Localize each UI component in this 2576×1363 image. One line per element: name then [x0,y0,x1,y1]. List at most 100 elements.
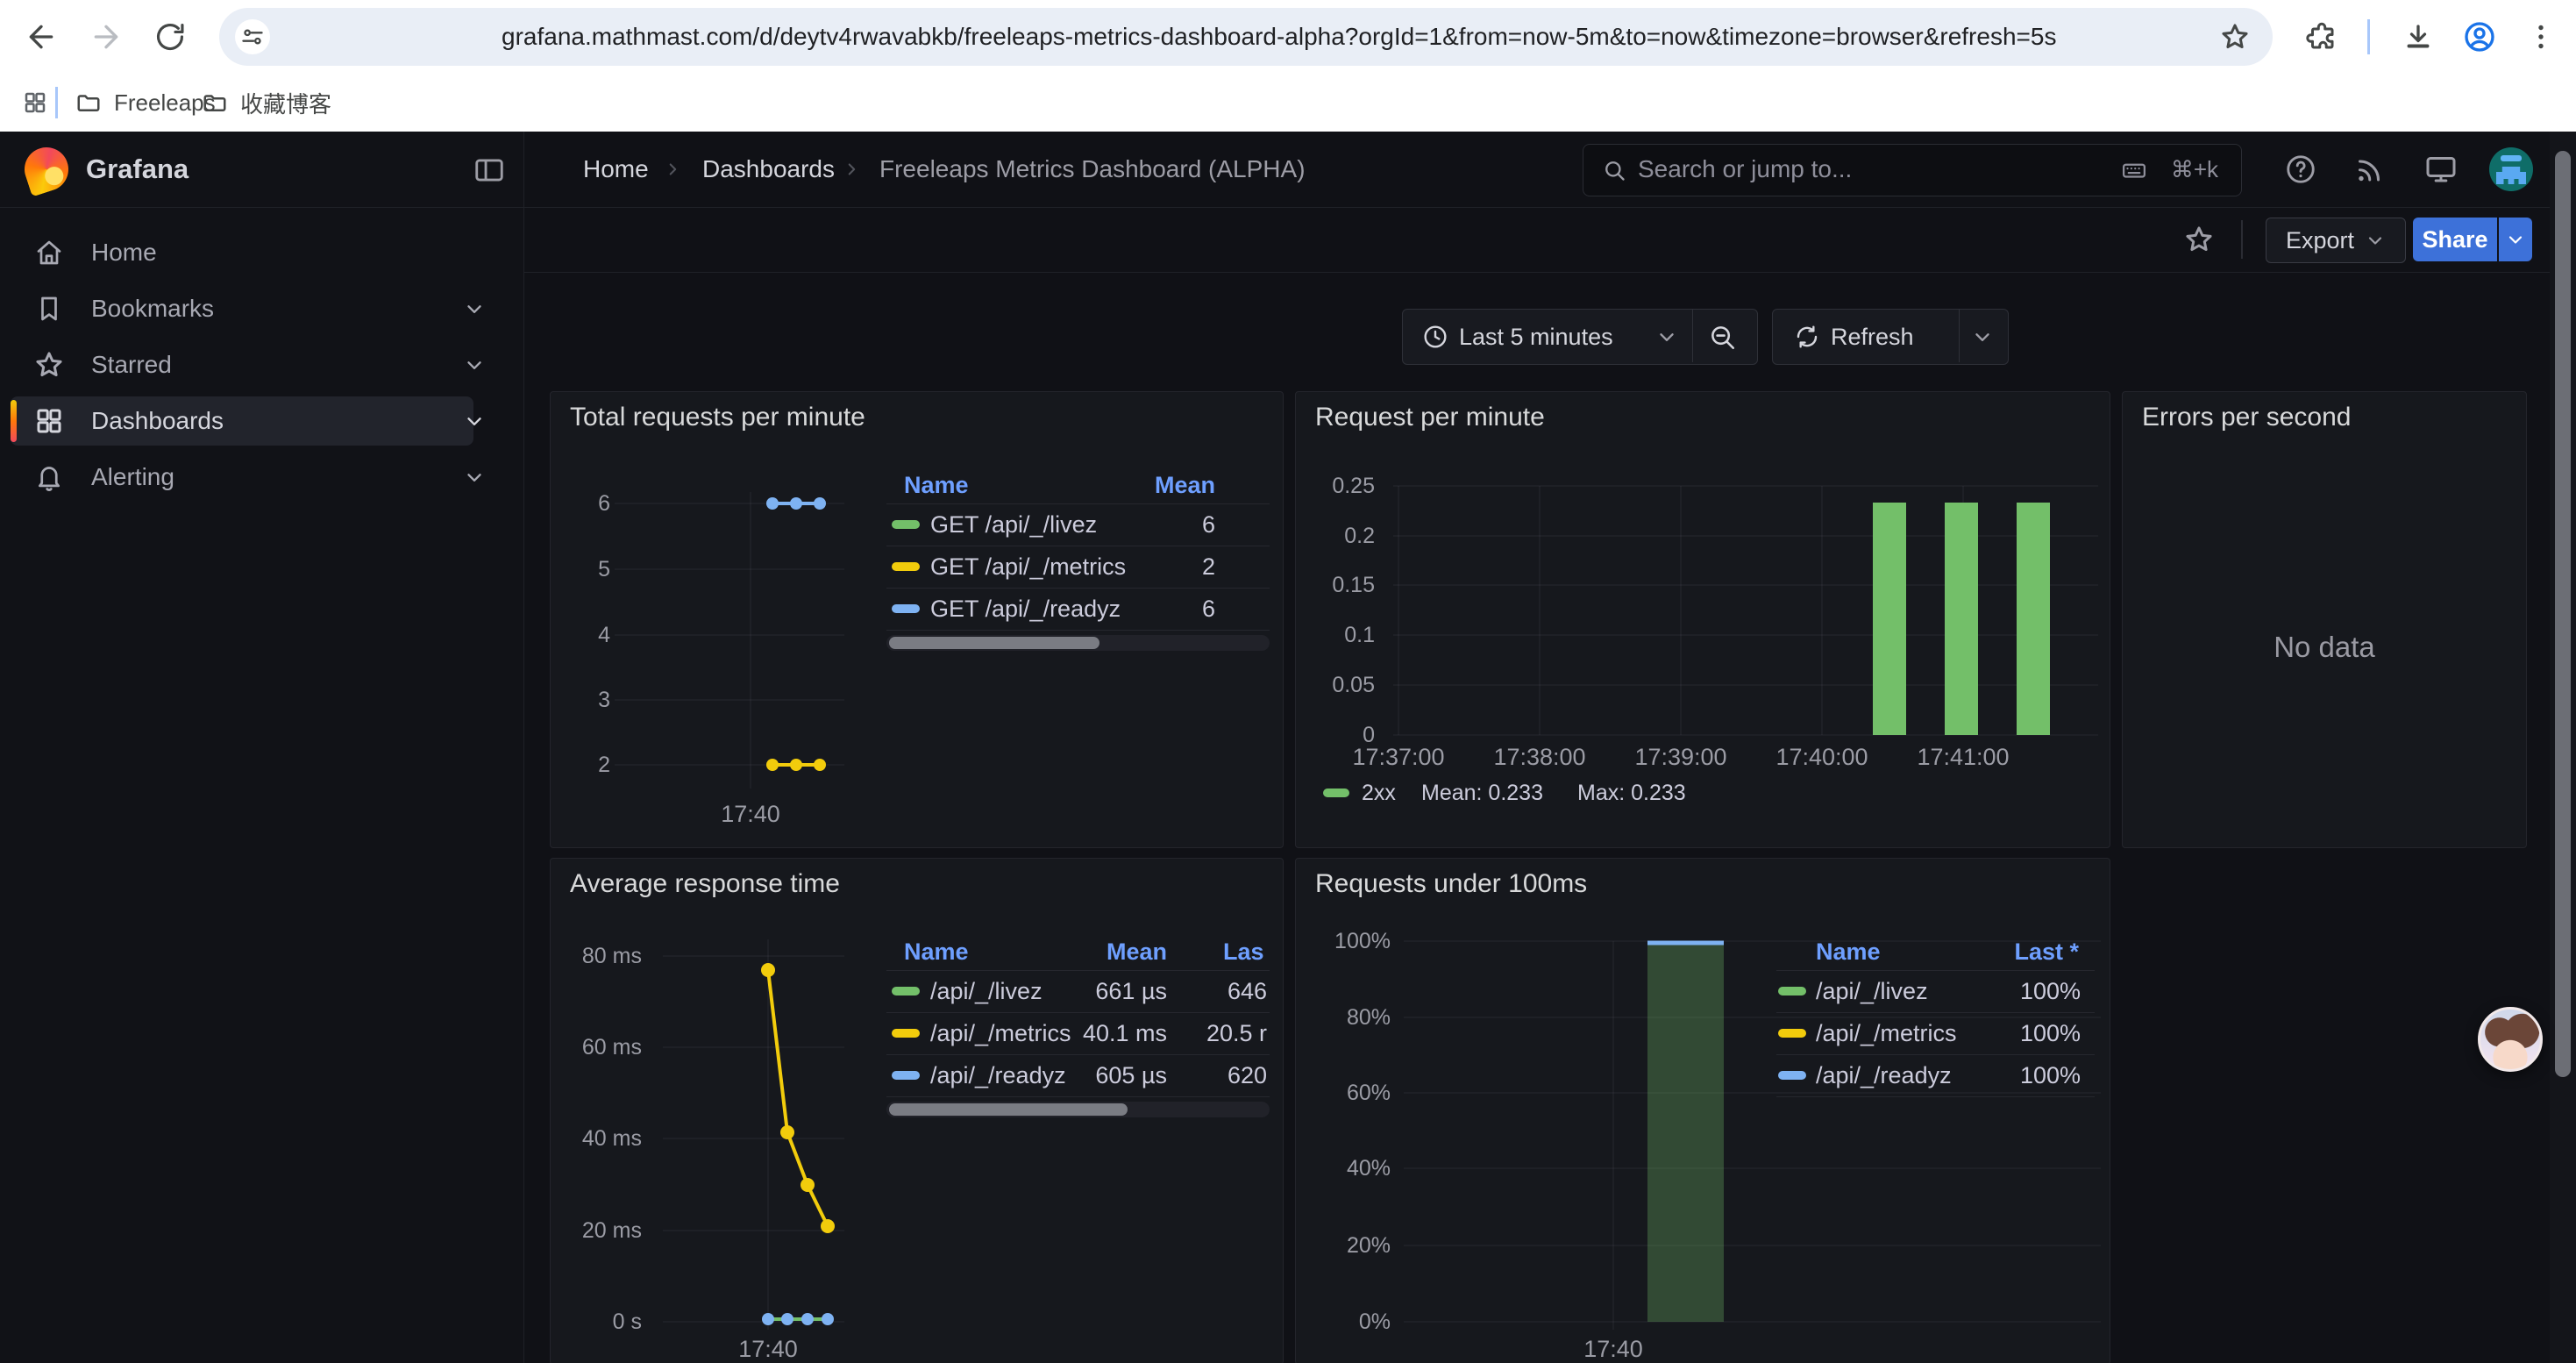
panel-avg-response-time: Average response time 80 ms [550,858,1284,1363]
scrollbar-thumb[interactable] [889,637,1099,649]
news-rss-icon[interactable] [2351,151,2387,188]
refresh-button[interactable]: Refresh [1772,309,2009,365]
col-header-mean[interactable]: Mean [1155,467,1215,503]
series-name[interactable]: /api/_/metrics [1816,1012,1957,1054]
series-name[interactable]: /api/_/livez [930,970,1042,1012]
browser-menu-icon[interactable] [2520,16,2562,58]
col-header-name[interactable]: Name [1816,933,1881,970]
series-mean: 605 µs [1095,1054,1167,1096]
extensions-icon[interactable] [2301,16,2343,58]
breadcrumb-dashboards[interactable]: Dashboards [702,132,835,207]
search-input[interactable]: Search or jump to... ⌘+k [1583,144,2242,196]
time-range-picker[interactable]: Last 5 minutes [1402,309,1758,365]
url-bar[interactable]: grafana.mathmast.com/d/deytv4rwavabkb/fr… [219,8,2273,66]
x-tick: 17:40 [707,803,794,825]
share-button[interactable]: Share [2413,218,2497,261]
y-tick: 20% [1308,1234,1391,1257]
col-header-mean[interactable]: Mean [1107,933,1167,970]
series-last: 20.5 r [1206,1012,1267,1054]
search-placeholder: Search or jump to... [1638,145,1852,194]
col-header-last[interactable]: Last * [2014,933,2079,970]
panel-title[interactable]: Errors per second [2142,403,2351,432]
series-name[interactable]: GET /api/_/readyz [930,588,1121,630]
series-name[interactable]: GET /api/_/metrics [930,546,1126,588]
scrollbar-thumb[interactable] [889,1103,1128,1116]
y-tick: 0.15 [1308,574,1375,596]
breadcrumb-current: Freeleaps Metrics Dashboard (ALPHA) [879,132,1306,207]
col-header-last[interactable]: Las [1223,933,1264,970]
profile-icon[interactable] [2459,16,2501,58]
series-name[interactable]: /api/_/livez [1816,970,1928,1012]
sidebar-item-bookmarks[interactable]: Bookmarks [0,281,523,337]
sidebar-item-label: Bookmarks [91,281,214,337]
active-item-accent [11,400,17,442]
toolbar-divider [2367,19,2370,54]
sidebar: Grafana Home Bookmarks Starred [0,132,524,1363]
url-text: grafana.mathmast.com/d/deytv4rwavabkb/fr… [502,8,2056,66]
series-name[interactable]: /api/_/readyz [1816,1054,1952,1096]
col-header-name[interactable]: Name [904,467,969,503]
share-dropdown-button[interactable] [2499,218,2532,261]
series-mean: 2 [1202,546,1215,588]
folder-icon [202,89,228,116]
series-last: 646 [1228,970,1267,1012]
table-scrollbar[interactable] [886,1102,1270,1117]
x-tick: 17:40 [1569,1338,1657,1360]
page-scrollbar-thumb[interactable] [2555,151,2571,1077]
bookmark-folder-freeleaps[interactable]: Freeleaps [75,74,216,132]
floating-avatar[interactable] [2478,1007,2543,1072]
series-swatch [892,1071,920,1080]
monitor-icon[interactable] [2423,151,2459,188]
panel-request-per-minute: Request per minute 0.25 0.2 0.15 0.1 0.0… [1295,391,2110,848]
chevron-down-icon[interactable] [463,353,486,376]
zoom-out-icon[interactable] [1706,321,1738,353]
series-name[interactable]: /api/_/metrics [930,1012,1071,1054]
x-tick: 17:37:00 [1337,746,1460,768]
sidebar-item-starred[interactable]: Starred [0,337,523,393]
chevron-down-icon[interactable] [463,410,486,432]
divider [1692,310,1693,362]
x-tick: 17:39:00 [1619,746,1742,768]
total-requests-chart [551,392,1283,847]
time-range-label: Last 5 minutes [1459,310,1613,364]
chevron-down-icon[interactable] [463,466,486,489]
reload-button[interactable] [149,16,191,58]
back-button[interactable] [20,16,62,58]
col-header-name[interactable]: Name [904,933,969,970]
sidebar-item-label: Dashboards [91,393,224,449]
export-button[interactable]: Export [2266,218,2406,263]
help-icon[interactable] [2282,151,2319,188]
series-swatch [892,604,920,613]
site-settings-icon[interactable] [235,19,270,54]
chevron-right-icon [662,159,683,180]
folder-icon [75,89,102,116]
breadcrumb-home[interactable]: Home [583,132,649,207]
sidebar-item-home[interactable]: Home [0,225,523,281]
series-name[interactable]: /api/_/readyz [930,1054,1066,1096]
forward-button[interactable] [85,16,127,58]
series-name[interactable]: GET /api/_/livez [930,503,1097,546]
grafana-logo[interactable] [18,141,74,196]
bookmark-star-icon[interactable] [2218,20,2252,54]
download-icon[interactable] [2397,16,2439,58]
bookmark-folder-blogs[interactable]: 收藏博客 [202,74,331,132]
sidebar-item-alerting[interactable]: Alerting [0,449,523,505]
series-mean: 661 µs [1095,970,1167,1012]
legend-mean: Mean: 0.233 [1421,781,1543,806]
apps-grid-icon[interactable] [16,83,54,122]
series-swatch [892,1029,920,1038]
legend-series-label[interactable]: 2xx [1362,781,1396,806]
chevron-down-icon [2365,230,2386,251]
refresh-interval-dropdown[interactable] [1971,325,1994,348]
y-tick: 4 [566,624,610,646]
dock-sidebar-icon[interactable] [472,153,507,188]
favorite-star-icon[interactable] [2181,222,2217,257]
brand-name: Grafana [86,132,189,207]
table-scrollbar[interactable] [886,635,1270,651]
chevron-down-icon[interactable] [463,297,486,320]
user-avatar[interactable] [2489,147,2533,191]
sidebar-brand-row: Grafana [0,132,523,208]
series-mean: 6 [1202,503,1215,546]
series-swatch [1778,1071,1806,1080]
sidebar-item-dashboards[interactable]: Dashboards [0,393,523,449]
